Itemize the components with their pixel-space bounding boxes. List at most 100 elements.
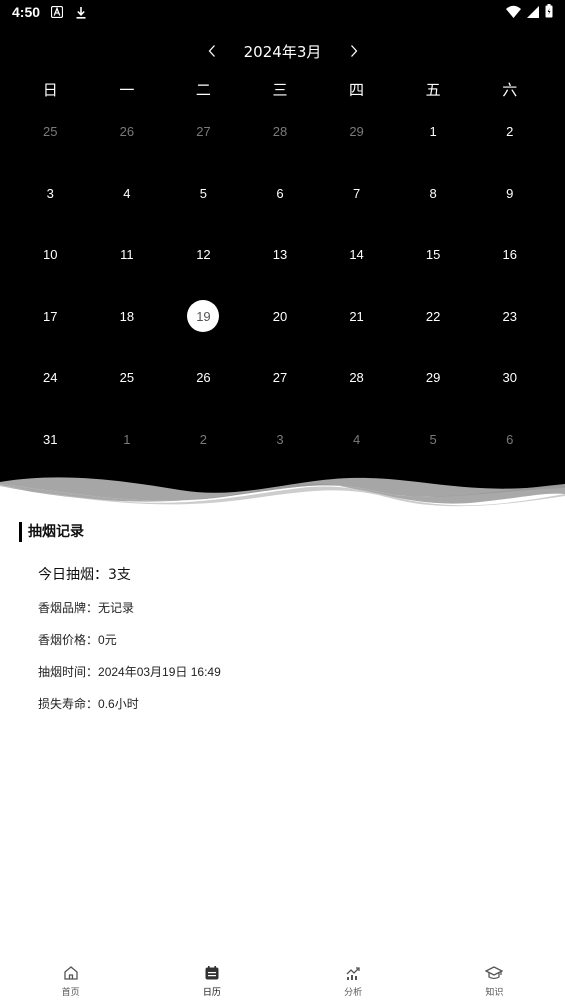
day-cell[interactable]: 3	[12, 163, 89, 225]
day-cell[interactable]: 29	[318, 101, 395, 163]
day-number: 27	[196, 124, 211, 140]
calendar-icon	[203, 964, 221, 982]
day-number: 5	[429, 431, 437, 447]
day-cell[interactable]: 2	[165, 409, 242, 471]
day-number: 6	[276, 185, 284, 201]
day-cell[interactable]: 21	[318, 286, 395, 348]
day-number: 19	[187, 300, 220, 333]
next-month-button[interactable]	[341, 38, 367, 64]
day-cell[interactable]: 1	[395, 101, 472, 163]
status-time: 4:50	[12, 4, 41, 20]
day-cell[interactable]: 1	[89, 409, 166, 471]
day-cell[interactable]: 29	[395, 347, 472, 409]
days-grid: 25 26 27 28 29 1 2 3 4 5 6 7 8 9 10 11 12 13 14 15 16 17 18 19 2…	[12, 101, 548, 470]
day-cell[interactable]: 26	[165, 347, 242, 409]
font-a-icon	[50, 5, 64, 19]
day-number: 9	[506, 185, 514, 201]
day-number: 15	[425, 247, 441, 263]
day-number: 31	[43, 431, 58, 447]
day-cell[interactable]: 14	[318, 224, 395, 286]
time-line: 抽烟时间：2024年03月19日 16:49	[38, 663, 221, 680]
day-number: 22	[425, 308, 441, 324]
nav-calendar[interactable]: 日历	[141, 958, 282, 1004]
day-cell[interactable]: 22	[395, 286, 472, 348]
day-number: 18	[119, 308, 135, 324]
day-number: 29	[425, 370, 441, 386]
day-cell[interactable]: 4	[89, 163, 166, 225]
wave-decoration	[0, 472, 565, 522]
nav-analysis[interactable]: 分析	[283, 958, 424, 1004]
weekday-fri: 五	[425, 81, 441, 99]
day-cell[interactable]: 23	[471, 286, 548, 348]
day-number: 27	[272, 370, 288, 386]
day-cell[interactable]: 25	[12, 101, 89, 163]
day-cell[interactable]: 30	[471, 347, 548, 409]
day-number: 13	[272, 247, 288, 263]
day-number: 28	[272, 124, 288, 140]
month-header: 2024年3月	[0, 38, 565, 64]
day-cell[interactable]: 9	[471, 163, 548, 225]
day-cell[interactable]: 31	[12, 409, 89, 471]
day-number: 20	[272, 308, 288, 324]
day-cell[interactable]: 11	[89, 224, 166, 286]
day-cell[interactable]: 16	[471, 224, 548, 286]
chevron-right-icon	[350, 45, 357, 57]
status-right-icons	[506, 3, 553, 22]
chart-icon	[344, 964, 362, 982]
day-number: 4	[352, 431, 361, 447]
day-number: 1	[123, 431, 131, 447]
day-number: 30	[502, 370, 517, 386]
day-cell[interactable]: 25	[89, 347, 166, 409]
life-lost-value: 0.6小时	[98, 697, 139, 711]
day-cell[interactable]: 27	[242, 347, 319, 409]
day-number: 2	[199, 431, 208, 447]
day-cell[interactable]: 6	[471, 409, 548, 471]
weekday-mon: 一	[119, 81, 135, 99]
day-number: 1	[429, 124, 437, 140]
day-cell[interactable]: 24	[12, 347, 89, 409]
price-line: 香烟价格：0元	[38, 631, 117, 648]
day-number: 17	[43, 308, 58, 324]
weekday-sat: 六	[502, 81, 518, 99]
day-cell[interactable]: 8	[395, 163, 472, 225]
day-number: 14	[349, 247, 364, 263]
time-label: 抽烟时间：	[38, 665, 99, 679]
day-cell[interactable]: 10	[12, 224, 89, 286]
day-cell[interactable]: 5	[395, 409, 472, 471]
day-cell[interactable]: 7	[318, 163, 395, 225]
day-cell[interactable]: 3	[242, 409, 319, 471]
month-title: 2024年3月	[243, 42, 322, 61]
day-cell[interactable]: 28	[242, 101, 319, 163]
day-cell[interactable]: 5	[165, 163, 242, 225]
day-cell[interactable]: 13	[242, 224, 319, 286]
day-cell[interactable]: 4	[318, 409, 395, 471]
prev-month-button[interactable]	[199, 38, 225, 64]
day-cell[interactable]: 17	[12, 286, 89, 348]
day-cell[interactable]: 6	[242, 163, 319, 225]
nav-home[interactable]: 首页	[0, 958, 141, 1004]
day-cell[interactable]: 28	[318, 347, 395, 409]
day-cell[interactable]: 20	[242, 286, 319, 348]
day-cell[interactable]: 27	[165, 101, 242, 163]
day-cell[interactable]: 15	[395, 224, 472, 286]
day-cell[interactable]: 18	[89, 286, 166, 348]
status-bar: 4:50	[0, 0, 565, 24]
day-number: 11	[120, 247, 134, 263]
day-cell[interactable]: 2	[471, 101, 548, 163]
graduation-cap-icon	[485, 964, 504, 982]
day-number: 12	[196, 247, 211, 263]
calendar: 2024年3月 日 一 二 三 四 五 六 25 26 27 28 29 1 2 3 4 5 6 7 8…	[0, 24, 565, 510]
smoking-record: 抽烟记录 今日抽烟：3支 香烟品牌：无记录 香烟价格：0元 抽烟时间：2024年…	[0, 522, 565, 711]
day-number: 26	[119, 124, 135, 140]
day-number: 26	[196, 370, 211, 386]
brand-line: 香烟品牌：无记录	[38, 599, 134, 616]
nav-knowledge[interactable]: 知识	[424, 958, 565, 1004]
bottom-nav: 首页 日历 分析 知识	[0, 958, 565, 1004]
day-cell-selected[interactable]: 19	[165, 286, 242, 348]
weekday-tue: 二	[195, 81, 211, 99]
day-cell[interactable]: 12	[165, 224, 242, 286]
day-number: 2	[506, 124, 514, 140]
nav-knowledge-label: 知识	[485, 988, 504, 998]
day-cell[interactable]: 26	[89, 101, 166, 163]
day-number: 24	[43, 370, 58, 386]
